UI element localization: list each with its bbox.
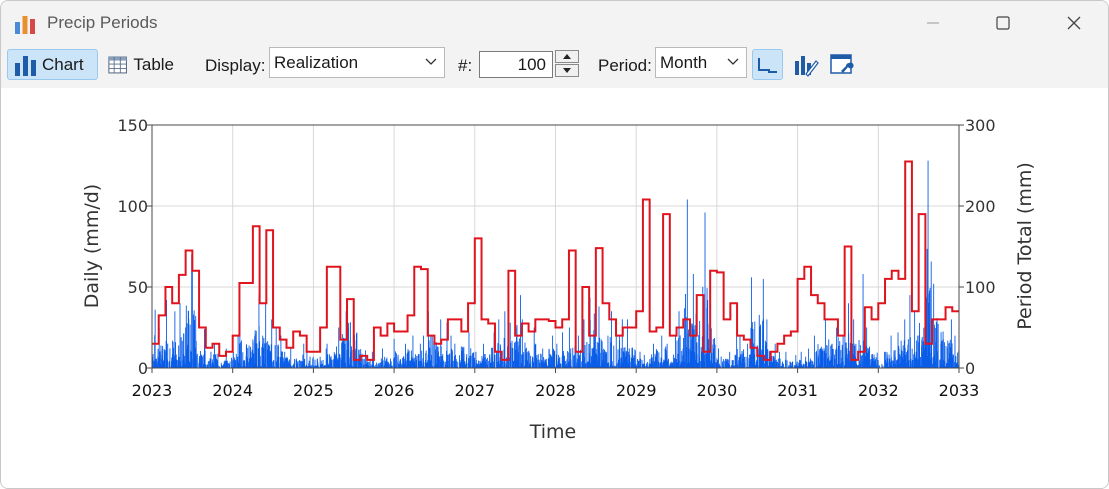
period-value: Month bbox=[660, 53, 708, 72]
bar-chart-icon bbox=[15, 55, 36, 76]
x-tick-label: 2031 bbox=[777, 381, 818, 400]
precip-chart: 0 50 100 150 0 100 200 300 2023 2024 2025 2026 2027 2… bbox=[81, 116, 1036, 443]
step-plot-toggle[interactable] bbox=[752, 49, 783, 80]
chart-view-label: Chart bbox=[42, 54, 84, 74]
table-icon bbox=[108, 56, 128, 73]
increment-button[interactable] bbox=[555, 50, 579, 63]
bar-chart-app-icon bbox=[15, 16, 35, 34]
window-title: Precip Periods bbox=[47, 13, 158, 32]
y-left-tick-label: 100 bbox=[117, 197, 148, 216]
triangle-up-icon bbox=[563, 54, 571, 59]
x-tick-label: 2027 bbox=[454, 381, 495, 400]
x-tick-label: 2025 bbox=[293, 381, 334, 400]
y-left-tick-label: 150 bbox=[117, 116, 148, 135]
title-bar: Precip Periods bbox=[1, 1, 1108, 45]
x-tick-label: 2032 bbox=[858, 381, 899, 400]
table-view-button[interactable]: Table bbox=[101, 49, 181, 80]
close-button[interactable] bbox=[1058, 9, 1090, 37]
toolbar: Chart Table Display: Realization #: 100 … bbox=[1, 45, 1108, 88]
chevron-down-icon bbox=[425, 58, 437, 65]
minimize-button[interactable] bbox=[917, 9, 949, 37]
chevron-down-icon bbox=[727, 58, 739, 65]
y-left-tick-label: 0 bbox=[138, 359, 148, 378]
x-tick-label: 2033 bbox=[939, 381, 980, 400]
step-line-icon bbox=[757, 57, 777, 73]
y-right-tick-label: 200 bbox=[965, 197, 996, 216]
y-right-tick-label: 100 bbox=[965, 278, 996, 297]
display-label: Display: bbox=[205, 56, 266, 75]
display-dropdown[interactable]: Realization bbox=[269, 47, 445, 78]
realization-number-input[interactable]: 100 bbox=[479, 51, 553, 78]
maximize-button[interactable] bbox=[987, 9, 1019, 37]
x-tick-label: 2024 bbox=[212, 381, 253, 400]
period-dropdown[interactable]: Month bbox=[655, 47, 747, 78]
y-right-tick-label: 300 bbox=[965, 116, 996, 135]
precip-periods-window: Precip Periods Chart Table Display: Real… bbox=[0, 0, 1109, 489]
x-tick-label: 2026 bbox=[374, 381, 415, 400]
decrement-button[interactable] bbox=[555, 64, 579, 77]
number-label: #: bbox=[458, 56, 473, 75]
y-left-axis-title: Daily (mm/d) bbox=[81, 184, 103, 308]
x-tick-label: 2028 bbox=[535, 381, 576, 400]
chart-view-button[interactable]: Chart bbox=[7, 49, 98, 80]
y-right-tick-label: 0 bbox=[965, 359, 975, 378]
chart-properties-button[interactable] bbox=[826, 49, 857, 80]
y-left-tick-label: 50 bbox=[128, 278, 148, 297]
x-tick-label: 2030 bbox=[697, 381, 738, 400]
close-icon bbox=[1067, 16, 1081, 30]
minimize-icon bbox=[927, 22, 939, 24]
realization-spinner bbox=[555, 50, 581, 78]
chart-area: 0 50 100 150 0 100 200 300 2023 2024 2025 2026 2027 2… bbox=[1, 88, 1108, 488]
y-right-axis-title: Period Total (mm) bbox=[1014, 162, 1036, 330]
chart-pencil-icon bbox=[794, 55, 819, 77]
display-value: Realization bbox=[274, 53, 359, 72]
table-view-label: Table bbox=[133, 54, 174, 74]
maximize-icon bbox=[996, 16, 1010, 30]
period-label: Period: bbox=[598, 56, 652, 75]
x-tick-label: 2029 bbox=[616, 381, 657, 400]
x-axis-title: Time bbox=[529, 421, 577, 443]
window-wrench-icon bbox=[829, 53, 854, 74]
triangle-down-icon bbox=[563, 68, 571, 73]
chart-style-button[interactable] bbox=[790, 49, 821, 80]
x-tick-label: 2023 bbox=[132, 381, 173, 400]
